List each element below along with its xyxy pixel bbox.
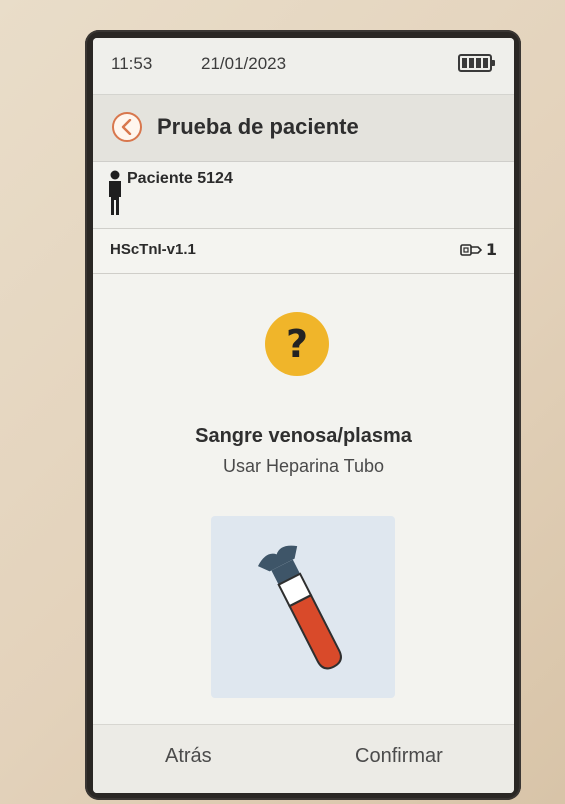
title-bar: Prueba de paciente <box>93 95 514 162</box>
question-mark-icon: ? <box>265 312 329 376</box>
cartridge-count: 1 <box>485 240 497 259</box>
test-name: HScTnI-v1.1 <box>110 241 196 258</box>
page-title: Prueba de paciente <box>157 114 359 139</box>
sample-tube-card <box>211 516 395 698</box>
back-button[interactable]: Atrás <box>165 745 212 768</box>
patient-label: Paciente 5124 <box>127 170 233 187</box>
status-date: 21/01/2023 <box>201 54 287 73</box>
patient-row[interactable]: Paciente 5124 <box>93 162 514 229</box>
question-symbol: ? <box>285 322 309 366</box>
chevron-left-icon <box>121 119 132 135</box>
status-bar: 11:53 21/01/2023 <box>93 38 514 95</box>
blood-tube-icon <box>257 545 342 670</box>
device-screen: 11:53 21/01/2023 Prueba de paciente Paci… <box>93 38 514 793</box>
confirm-button[interactable]: Confirmar <box>355 745 443 768</box>
sample-type-subtitle: Usar Heparina Tubo <box>222 456 385 476</box>
person-icon <box>109 170 121 215</box>
back-circle-button[interactable] <box>112 112 142 142</box>
footer-bar: Atrás Confirmar <box>93 724 514 793</box>
sample-type-title: Sangre venosa/plasma <box>195 425 412 447</box>
status-time: 11:53 <box>111 54 153 73</box>
battery-icon <box>458 54 495 72</box>
cartridge-icon <box>460 244 482 256</box>
test-row: HScTnI-v1.1 1 <box>93 229 514 274</box>
